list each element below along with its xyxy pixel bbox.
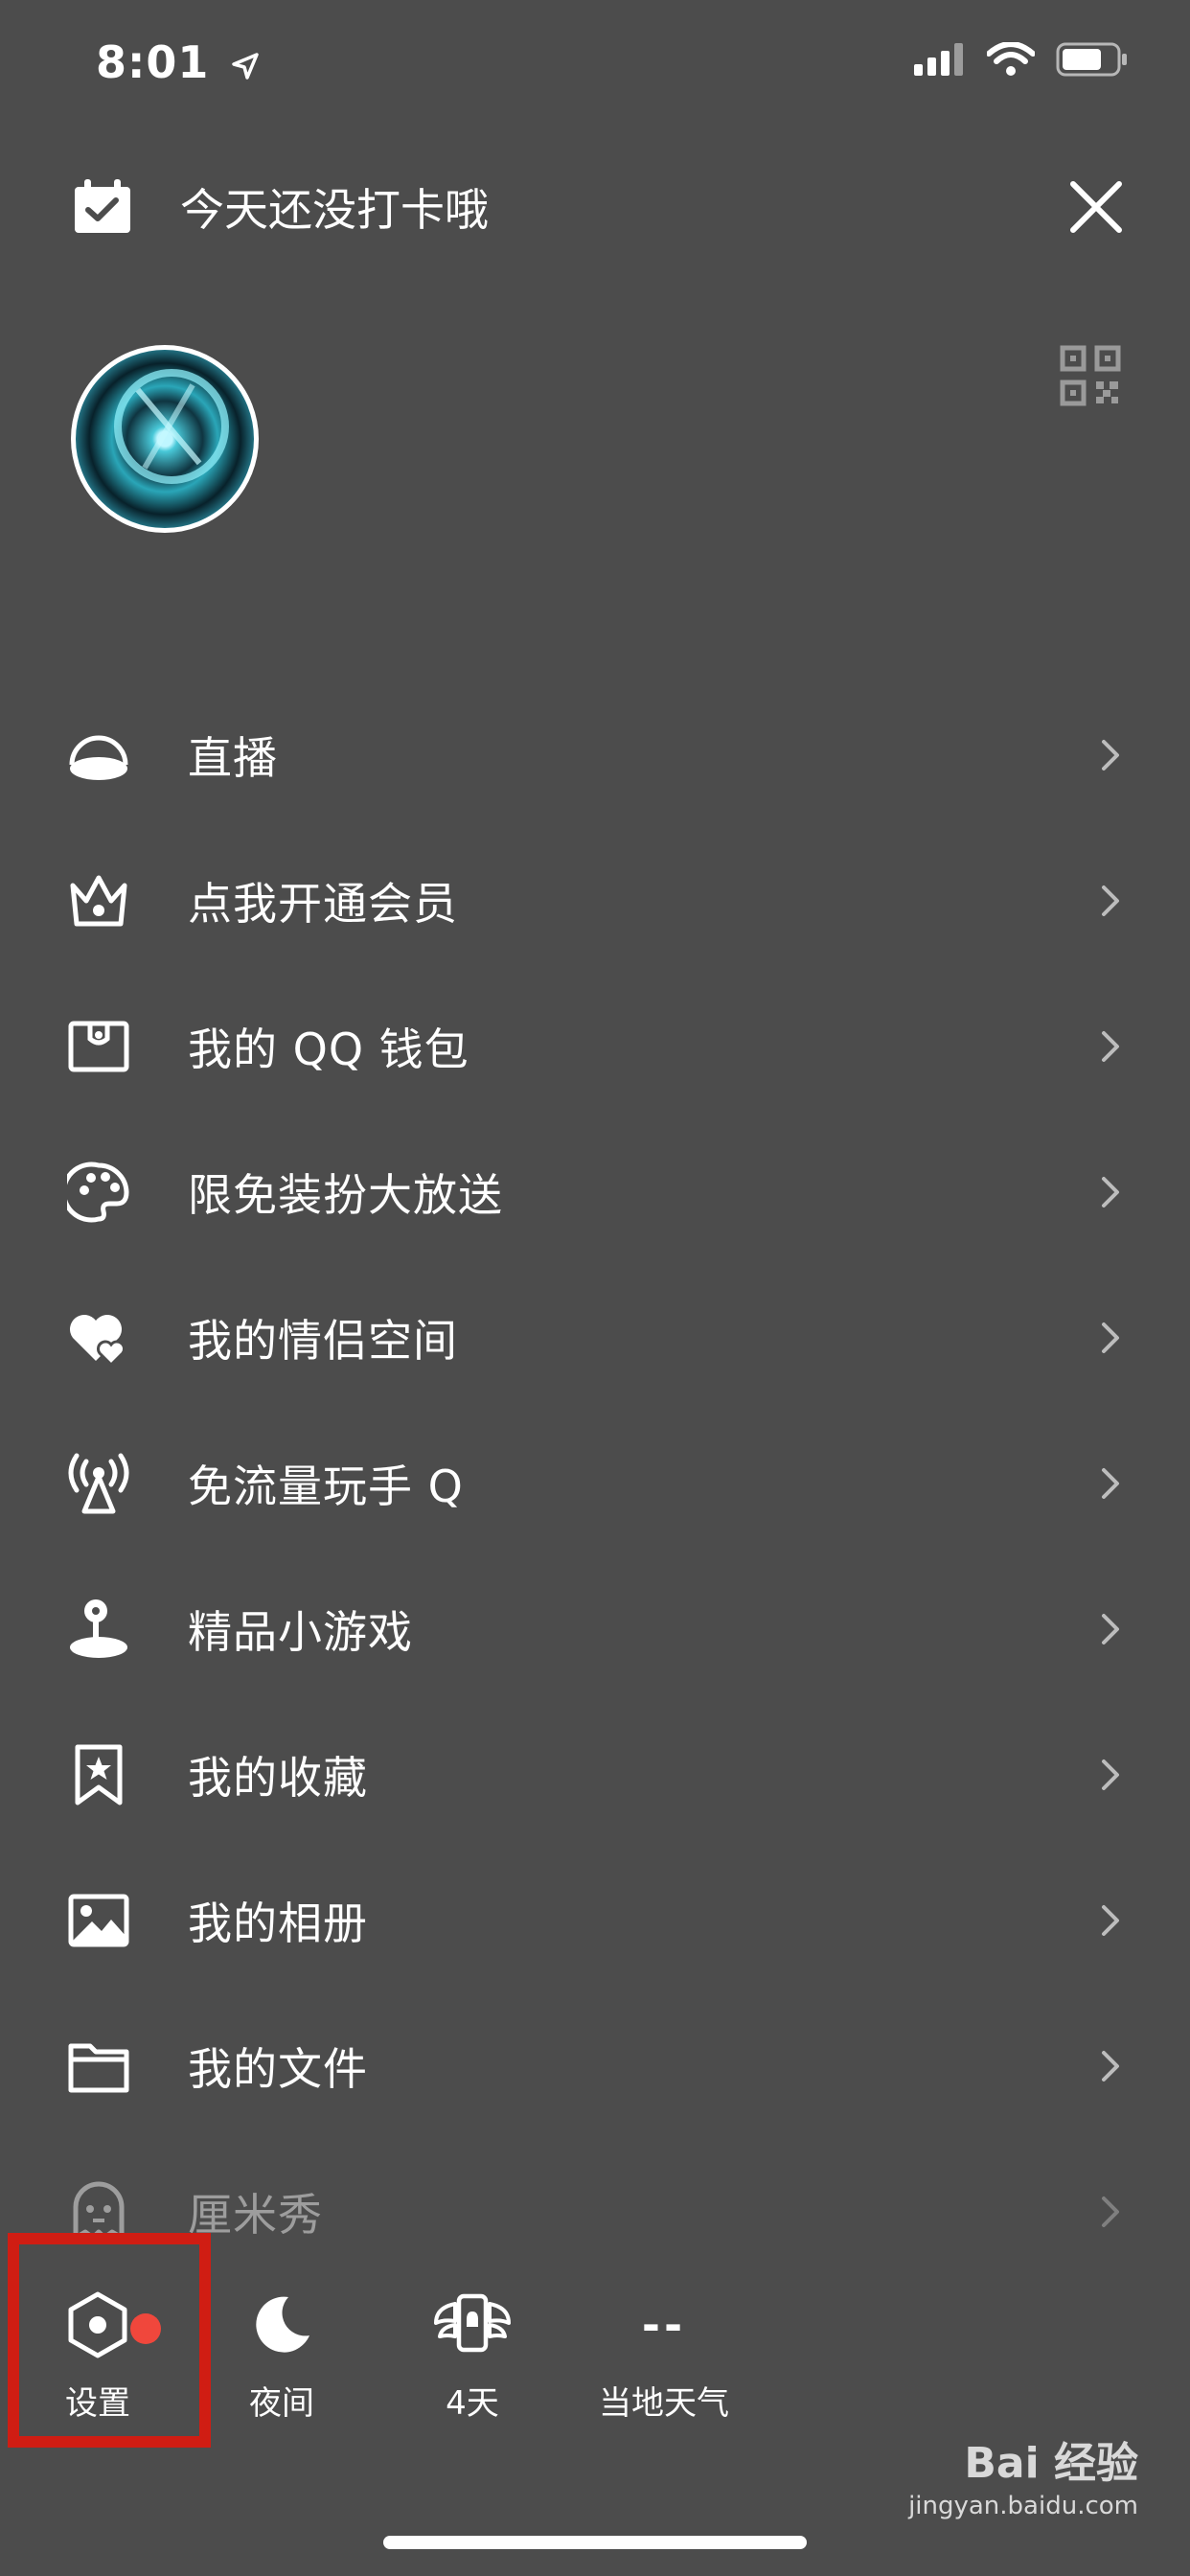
- chevron-right-icon: [1102, 1468, 1119, 1499]
- chevron-right-icon: [1102, 1905, 1119, 1936]
- menu-item-label: 点我开通会员: [188, 878, 458, 930]
- crown-icon: [67, 869, 130, 932]
- qr-code-button[interactable]: [1060, 345, 1121, 406]
- status-time: 8:01: [96, 36, 260, 88]
- menu-item-albums[interactable]: 我的相册: [0, 1848, 1190, 1993]
- chevron-right-icon: [1102, 886, 1119, 916]
- menu-item-label: 我的收藏: [188, 1752, 368, 1804]
- menu-item-favorites[interactable]: 我的收藏: [0, 1702, 1190, 1848]
- night-label: 夜间: [249, 2384, 314, 2423]
- location-arrow-icon: [232, 52, 260, 80]
- menu-item-files[interactable]: 我的文件: [0, 1993, 1190, 2139]
- baidu-watermark: Bai 经验 jingyan.baidu.com: [908, 2428, 1138, 2520]
- menu-item-label: 免流量玩手 Q: [188, 1460, 464, 1512]
- side-menu: 直播 点我开通会员 我的 QQ 钱包 限免装扮大放送 我的情侣空间 免流量玩手 …: [0, 682, 1190, 2285]
- palette-icon: [67, 1161, 130, 1224]
- close-icon: [1070, 181, 1122, 233]
- qr-code-icon: [1060, 345, 1121, 406]
- weather-button[interactable]: -- 当地天气: [575, 2285, 753, 2424]
- hearts-icon: [67, 1306, 130, 1369]
- weather-value: --: [641, 2299, 687, 2351]
- wallet-icon: [67, 1015, 130, 1078]
- status-icons: [914, 42, 1129, 77]
- menu-item-label: 我的 QQ 钱包: [188, 1024, 469, 1075]
- chevron-right-icon: [1102, 2051, 1119, 2082]
- weather-label: 当地天气: [599, 2384, 729, 2423]
- night-mode-button[interactable]: 夜间: [195, 2285, 368, 2424]
- photo-icon: [67, 1889, 130, 1952]
- chevron-right-icon: [1102, 1614, 1119, 1644]
- menu-item-themes[interactable]: 限免装扮大放送: [0, 1119, 1190, 1265]
- menu-item-label: 直播: [188, 732, 278, 784]
- weather-value-wrap: --: [575, 2285, 753, 2365]
- home-indicator[interactable]: [383, 2536, 807, 2549]
- menu-item-mini-games[interactable]: 精品小游戏: [0, 1556, 1190, 1702]
- folder-icon: [67, 2035, 130, 2098]
- joystick-icon: [67, 1598, 130, 1661]
- checkin-row[interactable]: 今天还没打卡哦: [71, 172, 489, 242]
- watermark-brand: Bai 经验: [964, 2439, 1138, 2488]
- menu-item-couple-space[interactable]: 我的情侣空间: [0, 1265, 1190, 1411]
- watermark-url: jingyan.baidu.com: [908, 2492, 1138, 2520]
- menu-item-label: 我的情侣空间: [188, 1315, 458, 1367]
- chevron-right-icon: [1102, 1031, 1119, 1062]
- menu-item-label: 我的相册: [188, 1898, 368, 1949]
- menu-item-vip[interactable]: 点我开通会员: [0, 828, 1190, 974]
- time-text: 8:01: [96, 36, 210, 88]
- chevron-right-icon: [1102, 1322, 1119, 1353]
- avatar[interactable]: [71, 345, 259, 533]
- days-button[interactable]: 4天: [386, 2285, 559, 2424]
- menu-item-free-data[interactable]: 免流量玩手 Q: [0, 1411, 1190, 1556]
- menu-item-label: 我的文件: [188, 2043, 368, 2095]
- phone-wings-icon: [386, 2285, 559, 2365]
- days-label: 4天: [446, 2384, 499, 2423]
- close-button[interactable]: [1062, 172, 1131, 242]
- signal-tower-icon: [67, 1452, 130, 1515]
- chevron-right-icon: [1102, 1177, 1119, 1208]
- menu-item-label: 限免装扮大放送: [188, 1169, 503, 1221]
- settings-highlight-box: [8, 2233, 211, 2448]
- menu-item-live[interactable]: 直播: [0, 682, 1190, 828]
- moon-icon: [195, 2285, 368, 2365]
- menu-item-wallet[interactable]: 我的 QQ 钱包: [0, 974, 1190, 1119]
- chevron-right-icon: [1102, 1760, 1119, 1790]
- menu-item-label: 精品小游戏: [188, 1606, 413, 1658]
- live-icon: [67, 724, 130, 787]
- bookmark-star-icon: [67, 1743, 130, 1806]
- battery-icon: [1056, 42, 1127, 77]
- chevron-right-icon: [1102, 2196, 1119, 2227]
- wifi-icon: [987, 42, 1035, 76]
- checkin-text: 今天还没打卡哦: [180, 184, 489, 236]
- calendar-check-icon: [75, 179, 130, 233]
- cellular-signal-icon: [914, 43, 963, 76]
- chevron-right-icon: [1102, 740, 1119, 770]
